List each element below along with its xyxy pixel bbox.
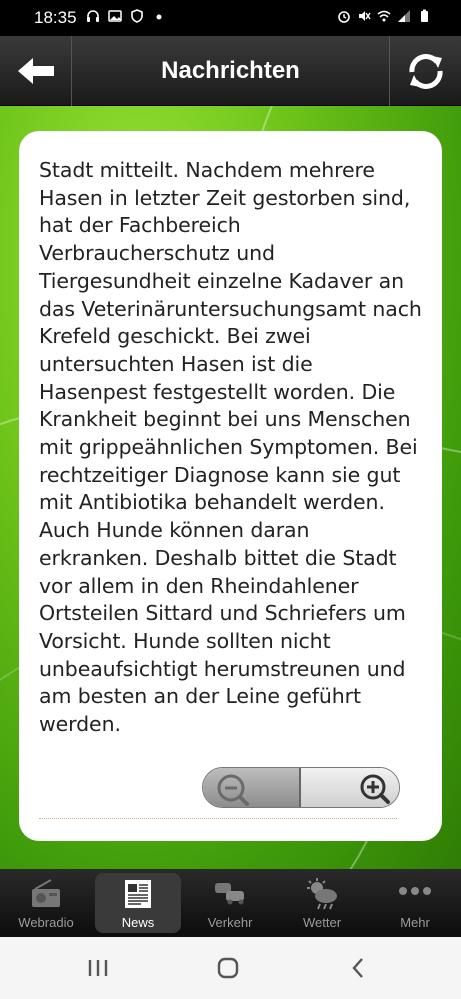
radio-icon: [32, 879, 60, 907]
tab-webradio[interactable]: Webradio: [0, 869, 92, 937]
battery-icon: [417, 9, 431, 23]
back-button[interactable]: [0, 36, 72, 106]
recents-icon: [88, 960, 108, 976]
page-title: Nachrichten: [161, 57, 300, 84]
status-time: 18:35: [34, 8, 77, 27]
divider: [39, 818, 397, 819]
zoom-out-icon: [217, 774, 249, 806]
system-nav-bar: [0, 937, 461, 999]
app-header: Nachrichten: [0, 36, 461, 106]
more-icon: [399, 887, 431, 895]
newspaper-icon: [125, 880, 151, 908]
system-back-button[interactable]: [318, 937, 398, 999]
bottom-tab-bar: Webradio News Verkehr Wetter Mehr: [0, 869, 461, 937]
tab-news[interactable]: News: [95, 873, 181, 933]
tab-label: Wetter: [302, 915, 342, 930]
zoom-out-button[interactable]: [203, 768, 301, 807]
tab-label: Webradio: [18, 915, 74, 930]
headset-icon: [86, 9, 100, 23]
tab-label: News: [121, 915, 155, 930]
mute-icon: [357, 9, 371, 23]
zoom-control: [202, 767, 400, 808]
refresh-button[interactable]: [389, 36, 461, 106]
zoom-in-icon: [360, 774, 390, 804]
traffic-icon: [215, 883, 244, 905]
article-text: Stadt mitteilt. Nachdem mehrere Hasen in…: [39, 158, 422, 737]
dot-icon: [152, 9, 166, 23]
back-icon: [352, 958, 363, 978]
tab-mehr[interactable]: Mehr: [369, 869, 461, 937]
alarm-icon: [337, 9, 351, 23]
recents-button[interactable]: [58, 937, 138, 999]
refresh-icon: [409, 54, 443, 89]
zoom-in-button[interactable]: [301, 768, 399, 807]
wifi-icon: [377, 9, 391, 23]
tab-label: Verkehr: [207, 915, 253, 930]
signal-icon: [397, 9, 411, 23]
tab-verkehr[interactable]: Verkehr: [184, 869, 276, 937]
status-right-icons: [337, 9, 431, 23]
shield-icon: [130, 9, 144, 23]
tab-wetter[interactable]: Wetter: [276, 869, 368, 937]
home-button[interactable]: [188, 937, 268, 999]
status-bar: 18:35: [0, 0, 461, 36]
status-left-icons: [86, 9, 166, 23]
image-icon: [108, 9, 122, 23]
weather-icon: [307, 878, 337, 910]
article-card: Stadt mitteilt. Nachdem mehrere Hasen in…: [19, 131, 442, 841]
home-icon: [217, 957, 239, 979]
tab-label: Mehr: [400, 915, 430, 930]
arrow-left-icon: [18, 58, 54, 84]
